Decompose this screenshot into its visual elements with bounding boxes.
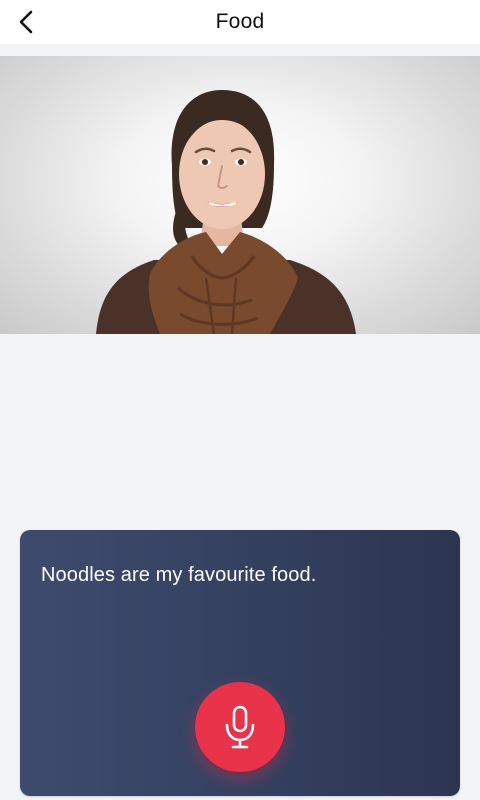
top-bar: Food	[0, 0, 480, 44]
sentence-text: Noodles are my favourite food.	[41, 564, 317, 586]
speaker-video-frame	[96, 90, 356, 334]
back-button[interactable]	[8, 0, 44, 44]
video-player[interactable]	[0, 56, 480, 334]
record-button[interactable]	[195, 682, 285, 772]
microphone-icon	[225, 705, 255, 749]
app-screen: Food Noodles are my favourite food.	[0, 0, 480, 800]
chevron-left-icon	[19, 10, 33, 34]
sentence-card: Noodles are my favourite food.	[20, 530, 460, 796]
page-title: Food	[215, 10, 265, 33]
